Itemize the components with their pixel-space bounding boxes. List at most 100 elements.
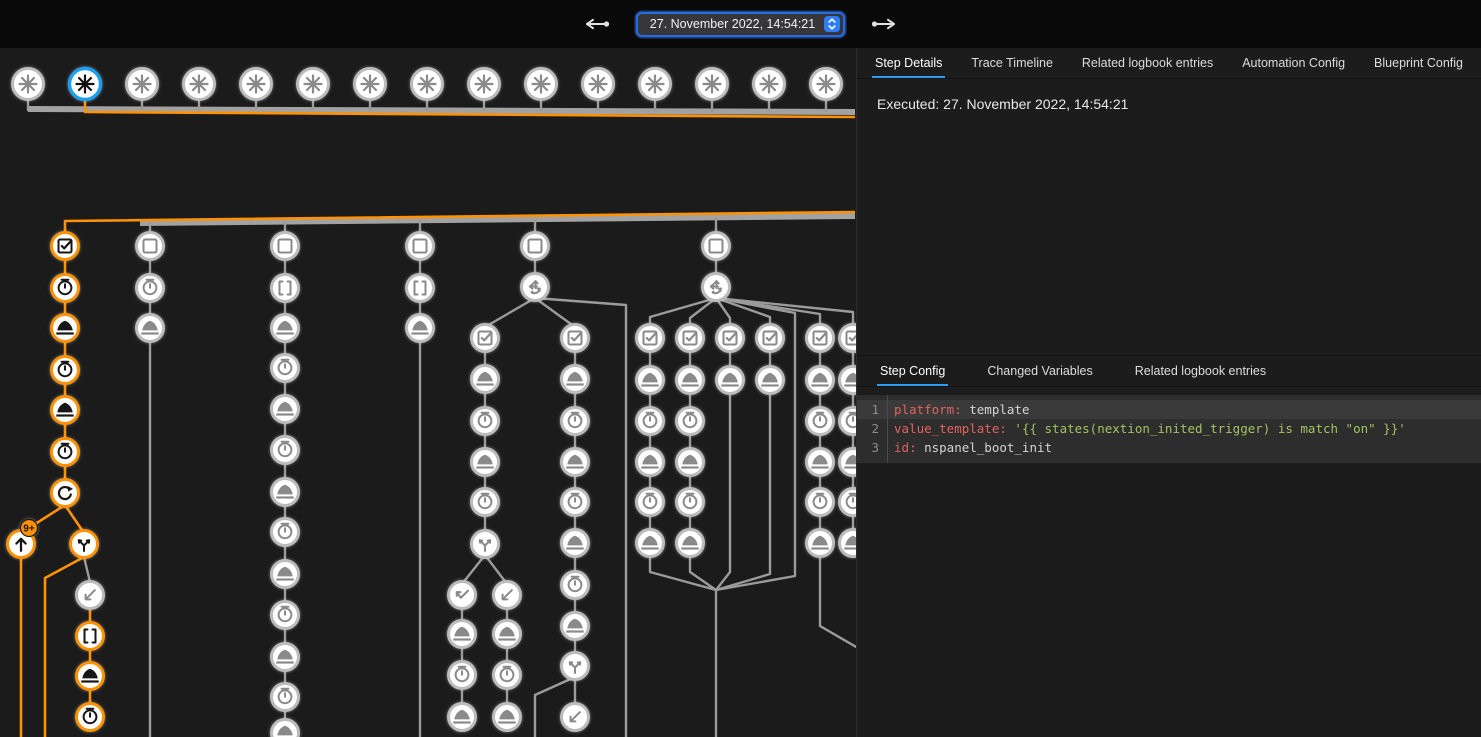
trace-node-srv[interactable] (472, 366, 499, 393)
trace-node-brk[interactable] (77, 623, 104, 650)
trace-node-chk[interactable] (717, 325, 744, 352)
trace-node-srv[interactable] (807, 449, 834, 476)
trace-node-srv[interactable] (272, 720, 299, 737)
trace-node-srv[interactable] (272, 479, 299, 506)
trace-node-ref[interactable] (52, 480, 79, 507)
tab-blueprint-config[interactable]: Blueprint Config (1371, 48, 1466, 78)
next-run-button[interactable] (867, 14, 903, 34)
trace-node-srv[interactable] (677, 530, 704, 557)
trace-node-tmr[interactable] (472, 408, 499, 435)
trace-node-ast[interactable] (811, 69, 842, 100)
trace-node-srv[interactable] (137, 315, 164, 342)
trace-node-tmr[interactable] (272, 355, 299, 382)
trace-node-srv[interactable] (494, 704, 521, 731)
tab-automation-config[interactable]: Automation Config (1239, 48, 1348, 78)
trace-node-srv[interactable] (840, 367, 857, 394)
tab-related-logbook-entries[interactable]: Related logbook entries (1132, 356, 1269, 386)
tab-trace-timeline[interactable]: Trace Timeline (968, 48, 1056, 78)
trace-node-chk[interactable] (52, 233, 79, 260)
trace-node-up[interactable]: 9+ (8, 520, 38, 558)
tab-step-details[interactable]: Step Details (872, 48, 945, 78)
trace-node-srv[interactable] (562, 366, 589, 393)
trace-node-srv[interactable] (637, 449, 664, 476)
trace-node-tmr[interactable] (807, 408, 834, 435)
trace-node-dec[interactable] (703, 274, 730, 301)
tab-related-logbook-entries[interactable]: Related logbook entries (1079, 48, 1216, 78)
trace-node-chk[interactable] (562, 325, 589, 352)
trace-node-ast[interactable] (127, 69, 158, 100)
trace-node-srv[interactable] (407, 315, 434, 342)
trace-node-srv[interactable] (562, 449, 589, 476)
trace-node-srv[interactable] (272, 396, 299, 423)
trace-node-chk[interactable] (677, 325, 704, 352)
run-select[interactable]: 27. November 2022, 14:54:21 (636, 12, 845, 37)
trace-node-srv[interactable] (637, 367, 664, 394)
trace-node-dl[interactable] (77, 582, 104, 609)
trace-node-srv[interactable] (449, 621, 476, 648)
trace-node-srv[interactable] (77, 663, 104, 690)
trace-node-frk[interactable] (71, 531, 98, 558)
trace-node-tmr[interactable] (272, 437, 299, 464)
trace-node-tmr[interactable] (807, 489, 834, 516)
trace-node-tmr[interactable] (77, 704, 104, 731)
trace-node-srv[interactable] (840, 449, 857, 476)
trace-node-ast[interactable] (13, 69, 44, 100)
trace-node-sq[interactable] (703, 233, 730, 260)
trace-node-tmr[interactable] (562, 489, 589, 516)
trace-graph[interactable]: 9+ (0, 48, 856, 737)
trace-node-ast[interactable] (355, 69, 386, 100)
trace-node-tmr[interactable] (840, 408, 857, 435)
trace-node-ast[interactable] (184, 69, 215, 100)
trace-node-chk[interactable] (637, 325, 664, 352)
trace-node-srv[interactable] (807, 530, 834, 557)
trace-node-tmr[interactable] (272, 602, 299, 629)
trace-node-tmr[interactable] (494, 662, 521, 689)
trace-node-tmr[interactable] (562, 408, 589, 435)
trace-node-ast[interactable] (469, 69, 500, 100)
trace-node-srv[interactable] (272, 644, 299, 671)
trace-node-ast[interactable] (583, 69, 614, 100)
trace-node-frk[interactable] (472, 531, 499, 558)
trace-node-srv[interactable] (677, 367, 704, 394)
trace-node-ast[interactable] (526, 69, 557, 100)
trace-node-tmr[interactable] (840, 489, 857, 516)
trace-node-chk[interactable] (757, 325, 784, 352)
trace-node-srv[interactable] (637, 530, 664, 557)
trace-node-tmr[interactable] (637, 489, 664, 516)
trace-node-tmr[interactable] (637, 408, 664, 435)
trace-node-chk[interactable] (840, 325, 857, 352)
trace-node-ast[interactable] (697, 69, 728, 100)
tab-changed-variables[interactable]: Changed Variables (984, 356, 1095, 386)
trace-node-srv[interactable] (472, 449, 499, 476)
trace-node-sq[interactable] (272, 233, 299, 260)
trace-node-chk[interactable] (472, 325, 499, 352)
trace-node-chk[interactable] (807, 325, 834, 352)
trace-node-tmr[interactable] (52, 439, 79, 466)
trace-node-brk[interactable] (407, 275, 434, 302)
trace-graph-area[interactable]: 9+ (0, 48, 856, 737)
trace-node-brk[interactable] (272, 275, 299, 302)
trace-node-tmr[interactable] (272, 519, 299, 546)
trace-node-tmr[interactable] (449, 662, 476, 689)
trace-node-srv[interactable] (757, 367, 784, 394)
trace-node-chkarw[interactable] (449, 582, 476, 609)
trace-node-dec[interactable] (522, 274, 549, 301)
trace-node-srv[interactable] (494, 621, 521, 648)
trace-node-srv[interactable] (52, 315, 79, 342)
previous-run-button[interactable] (578, 14, 614, 34)
trace-node-dl[interactable] (562, 704, 589, 731)
trace-node-ast[interactable] (412, 69, 443, 100)
trace-node-srv[interactable] (52, 397, 79, 424)
trace-node-tmr[interactable] (137, 275, 164, 302)
trace-node-sq[interactable] (137, 233, 164, 260)
trace-node-srv[interactable] (717, 367, 744, 394)
trace-node-ast[interactable] (754, 69, 785, 100)
trace-node-sq[interactable] (407, 233, 434, 260)
trace-node-tmr[interactable] (52, 357, 79, 384)
yaml-code-editor[interactable]: 1platform: template2value_template: '{{ … (857, 395, 1481, 463)
trace-node-ast[interactable] (640, 69, 671, 100)
trace-node-tmr[interactable] (562, 572, 589, 599)
trace-node-srv[interactable] (449, 704, 476, 731)
trace-node-srv[interactable] (562, 613, 589, 640)
trace-node-sq[interactable] (522, 233, 549, 260)
